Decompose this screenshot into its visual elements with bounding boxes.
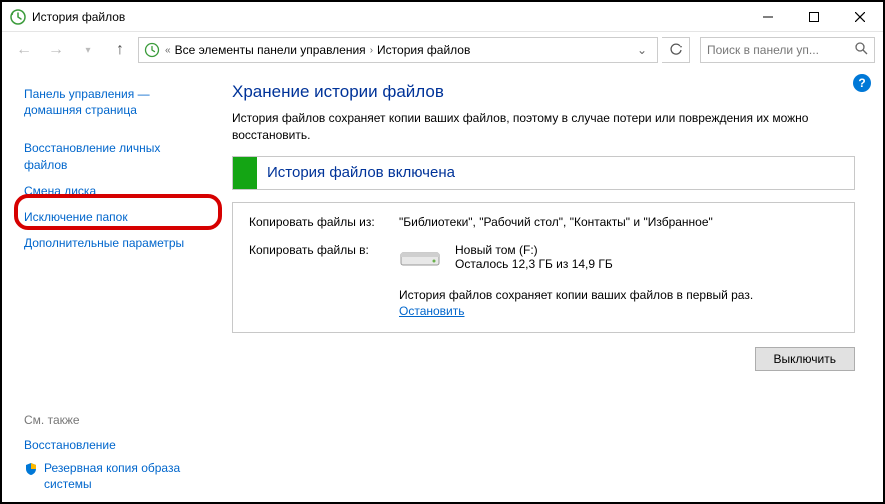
sidebar-home[interactable]: Панель управления — домашняя страница bbox=[24, 82, 204, 122]
copy-from-label: Копировать файлы из: bbox=[249, 215, 399, 229]
sidebar-change-drive[interactable]: Смена диска bbox=[24, 179, 204, 203]
sidebar-restore-files[interactable]: Восстановление личных файлов bbox=[24, 136, 204, 176]
back-button[interactable]: ← bbox=[10, 36, 38, 64]
titlebar: История файлов bbox=[2, 2, 883, 32]
app-icon bbox=[10, 9, 26, 25]
breadcrumb[interactable]: « Все элементы панели управления › Истор… bbox=[138, 37, 658, 63]
chevron-right-icon: › bbox=[366, 45, 377, 56]
status-text: История файлов включена bbox=[257, 164, 455, 181]
shield-icon bbox=[24, 462, 38, 479]
breadcrumb-dropdown[interactable]: ⌄ bbox=[631, 43, 653, 57]
copy-to-label: Копировать файлы в: bbox=[249, 243, 399, 318]
minimize-button[interactable] bbox=[745, 2, 791, 32]
status-box: История файлов включена bbox=[232, 156, 855, 190]
sidebar-exclude-folders[interactable]: Исключение папок bbox=[24, 205, 204, 229]
drive-name: Новый том (F:) bbox=[455, 243, 613, 257]
close-button[interactable] bbox=[837, 2, 883, 32]
maximize-button[interactable] bbox=[791, 2, 837, 32]
page-title: Хранение истории файлов bbox=[232, 82, 855, 102]
search-input[interactable]: Поиск в панели уп... bbox=[700, 37, 875, 63]
copy-from-value: "Библиотеки", "Рабочий стол", "Контакты"… bbox=[399, 215, 838, 229]
status-color-swatch bbox=[233, 157, 257, 189]
up-button[interactable]: ↑ bbox=[106, 36, 134, 64]
turn-off-button[interactable]: Выключить bbox=[755, 347, 855, 371]
sidebar: Панель управления — домашняя страница Во… bbox=[2, 68, 214, 502]
breadcrumb-icon bbox=[143, 42, 161, 58]
info-box: Копировать файлы из: "Библиотеки", "Рабо… bbox=[232, 202, 855, 333]
recent-locations-button[interactable]: ▾ bbox=[74, 36, 102, 64]
sidebar-image-backup[interactable]: Резервная копия образа системы bbox=[44, 460, 204, 492]
progress-message: История файлов сохраняет копии ваших фай… bbox=[399, 288, 838, 302]
main-content: ? Хранение истории файлов История файлов… bbox=[214, 68, 883, 502]
search-placeholder: Поиск в панели уп... bbox=[707, 43, 819, 57]
breadcrumb-current[interactable]: История файлов bbox=[377, 43, 470, 57]
sidebar-advanced-settings[interactable]: Дополнительные параметры bbox=[24, 231, 204, 255]
forward-button[interactable]: → bbox=[42, 36, 70, 64]
breadcrumb-prefix: « bbox=[161, 45, 175, 56]
stop-link[interactable]: Остановить bbox=[399, 304, 465, 318]
search-icon bbox=[855, 42, 868, 58]
drive-icon bbox=[399, 243, 441, 274]
sidebar-restore-system[interactable]: Восстановление bbox=[24, 433, 204, 457]
breadcrumb-parent[interactable]: Все элементы панели управления bbox=[175, 43, 366, 57]
refresh-button[interactable] bbox=[662, 37, 690, 63]
sidebar-see-also-label: См. также bbox=[24, 409, 204, 431]
window-title: История файлов bbox=[32, 10, 125, 24]
help-icon[interactable]: ? bbox=[853, 74, 871, 92]
drive-free-space: Осталось 12,3 ГБ из 14,9 ГБ bbox=[455, 257, 613, 271]
page-description: История файлов сохраняет копии ваших фай… bbox=[232, 110, 855, 144]
toolbar: ← → ▾ ↑ « Все элементы панели управления… bbox=[2, 32, 883, 68]
